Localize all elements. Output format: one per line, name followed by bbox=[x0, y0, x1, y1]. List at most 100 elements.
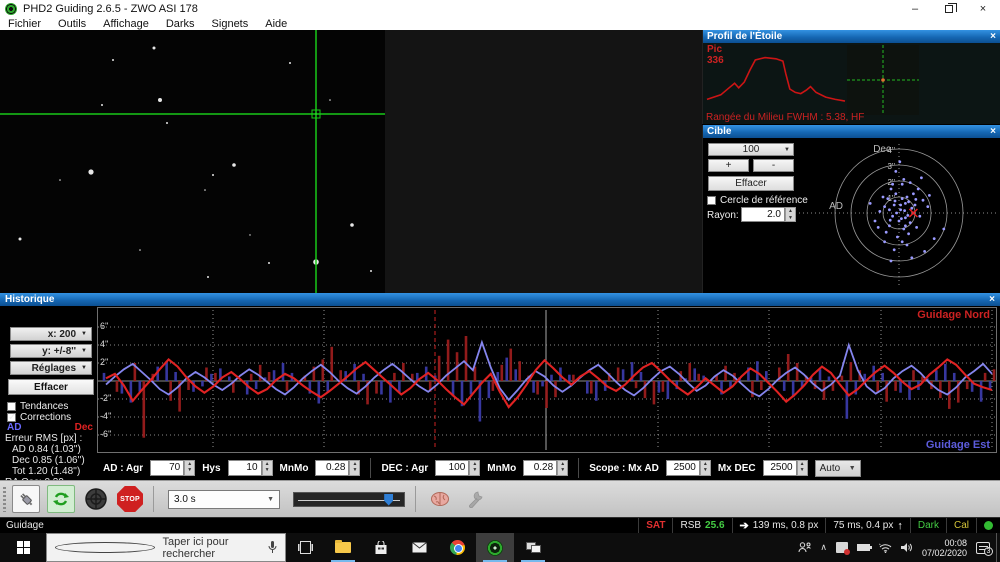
speaker-icon[interactable] bbox=[900, 542, 913, 553]
system-tray: ∧ * 00:08 07/02/2020 3 bbox=[798, 533, 996, 562]
trend-label: Tendances bbox=[20, 401, 69, 412]
notification-badge: 3 bbox=[984, 546, 993, 556]
notification-app-icon[interactable] bbox=[835, 542, 850, 555]
menu-fichier[interactable]: Fichier bbox=[8, 18, 41, 30]
param-spinner-hys[interactable]: 10 ▲ ▼ bbox=[227, 460, 273, 476]
target-clear-button[interactable]: Effacer bbox=[708, 176, 794, 191]
target-zoom-value: 100 bbox=[742, 144, 760, 155]
people-icon[interactable] bbox=[798, 542, 812, 553]
radius-stepper[interactable]: ▲ ▼ bbox=[785, 207, 796, 222]
status-bar: Guidage SAT RSB 25.6 ➔ 139 ms, 0.8 px 75… bbox=[0, 517, 1000, 533]
task-view-button[interactable] bbox=[286, 533, 324, 562]
minimize-button[interactable]: – bbox=[898, 0, 932, 18]
star-profile-titlebar[interactable]: Profil de l'Étoile × bbox=[703, 30, 1000, 43]
y-scale-dropdown[interactable]: y: +/-8'' ▼ bbox=[10, 344, 92, 358]
brain-icon bbox=[431, 492, 449, 506]
param-spinner-scope-mx-ad[interactable]: 2500 ▲ ▼ bbox=[665, 460, 711, 476]
target-zoom-dropdown[interactable]: 100 ▼ bbox=[708, 143, 794, 156]
mail-envelope-icon bbox=[411, 542, 427, 553]
snr-value: 25.6 bbox=[705, 520, 725, 531]
param-spinner-mx-dec[interactable]: 2500 ▲ ▼ bbox=[762, 460, 808, 476]
phd2-app-icon bbox=[5, 3, 17, 15]
settings-dropdown[interactable]: Réglages ▼ bbox=[10, 361, 92, 375]
dec-mode-dropdown[interactable]: Auto ▼ bbox=[814, 459, 861, 477]
battery-icon[interactable] bbox=[856, 544, 872, 551]
wrench-icon bbox=[469, 491, 483, 508]
gamma-slider[interactable] bbox=[293, 491, 405, 507]
param-spinner-mnmo[interactable]: 0.28 ▲ ▼ bbox=[315, 460, 361, 476]
target-title: Cible bbox=[707, 126, 732, 137]
exposure-value: 3.0 s bbox=[174, 493, 196, 505]
loop-exposures-button[interactable] bbox=[47, 485, 75, 513]
dec-pulse-readout: 75 ms, 0.4 px ↑ bbox=[825, 518, 910, 533]
show-desktop-button[interactable] bbox=[996, 533, 1000, 562]
param-label: DEC : Agr bbox=[381, 462, 429, 474]
rms-row-ad: AD 0.84 (1.03'') bbox=[12, 444, 81, 455]
wifi-icon[interactable]: * bbox=[879, 543, 892, 553]
radius-input[interactable]: 2.0 bbox=[741, 207, 785, 222]
tray-expand-icon[interactable]: ∧ bbox=[820, 542, 827, 553]
advanced-settings-button[interactable] bbox=[426, 485, 454, 513]
menu-outils[interactable]: Outils bbox=[58, 18, 86, 30]
menu-darks[interactable]: Darks bbox=[166, 18, 195, 30]
saturation-indicator: SAT bbox=[638, 518, 672, 533]
param-label: Hys bbox=[202, 462, 221, 474]
history-close-icon[interactable]: × bbox=[989, 294, 995, 305]
folder-icon bbox=[335, 540, 351, 553]
phd2-taskbar-button[interactable] bbox=[476, 533, 514, 562]
svg-text:3'': 3'' bbox=[887, 162, 895, 171]
param-spinner-ad-agr[interactable]: 70 ▲ ▼ bbox=[150, 460, 196, 476]
legend-east: Guidage Est bbox=[925, 439, 990, 451]
guide-button[interactable] bbox=[82, 485, 110, 513]
param-spinner-mnmo[interactable]: 0.28 ▲ ▼ bbox=[523, 460, 569, 476]
chrome-button[interactable] bbox=[438, 533, 476, 562]
target-zoom-in-button[interactable]: + bbox=[708, 159, 749, 172]
exposure-dropdown[interactable]: 3.0 s ▼ bbox=[168, 489, 280, 509]
trend-checkbox[interactable]: Tendances bbox=[7, 401, 68, 412]
menu-affichage[interactable]: Affichage bbox=[103, 18, 149, 30]
checkbox-checked-icon: ✓ bbox=[7, 412, 17, 423]
windows-taskbar: Taper ici pour rechercher ∧ * 00:08 07/0… bbox=[0, 533, 1000, 562]
target-titlebar[interactable]: Cible × bbox=[703, 125, 1000, 138]
x-scale-dropdown[interactable]: x: 200 ▼ bbox=[10, 327, 92, 341]
action-center-button[interactable]: 3 bbox=[976, 541, 993, 556]
target-panel: Cible × 100 ▼ + - Effacer Cercle de réfé… bbox=[702, 125, 1000, 293]
history-titlebar[interactable]: Historique × bbox=[0, 293, 1000, 306]
y-tick-label: -6'' bbox=[100, 429, 112, 439]
menu-aide[interactable]: Aide bbox=[265, 18, 287, 30]
connect-equipment-button[interactable] bbox=[12, 485, 40, 513]
toolbar-grip[interactable] bbox=[3, 487, 6, 512]
param-label: AD : Agr bbox=[103, 462, 144, 474]
chevron-down-icon: ▼ bbox=[267, 495, 274, 503]
reference-circle-checkbox[interactable]: Cercle de référence bbox=[707, 195, 808, 206]
camera-settings-button[interactable] bbox=[461, 485, 489, 513]
taskbar-search-input[interactable]: Taper ici pour rechercher bbox=[46, 533, 286, 562]
snr-readout: RSB 25.6 bbox=[672, 518, 731, 533]
history-clear-button[interactable]: Effacer bbox=[8, 379, 94, 395]
remote-desktop-button[interactable] bbox=[514, 533, 552, 562]
star-profile-close-icon[interactable]: × bbox=[990, 31, 996, 42]
mail-button[interactable] bbox=[400, 533, 438, 562]
restore-button[interactable] bbox=[932, 0, 966, 18]
slider-handle[interactable] bbox=[384, 493, 394, 506]
star-field-view[interactable] bbox=[0, 30, 385, 293]
target-close-icon[interactable]: × bbox=[990, 126, 996, 137]
y-tick-label: 2'' bbox=[100, 357, 109, 367]
guide-state: Guidage bbox=[6, 520, 44, 531]
taskbar-clock[interactable]: 00:08 07/02/2020 bbox=[922, 538, 967, 558]
start-button[interactable] bbox=[0, 533, 46, 562]
file-explorer-button[interactable] bbox=[324, 533, 362, 562]
close-button[interactable]: × bbox=[966, 0, 1000, 18]
history-panel: Historique × x: 200 ▼ y: +/-8'' ▼ Réglages… bbox=[0, 293, 1000, 488]
param-spinner-dec-agr[interactable]: 100 ▲ ▼ bbox=[435, 460, 481, 476]
menu-signets[interactable]: Signets bbox=[212, 18, 249, 30]
target-zoom-out-button[interactable]: - bbox=[753, 159, 794, 172]
microsoft-store-button[interactable] bbox=[362, 533, 400, 562]
microphone-icon[interactable] bbox=[268, 541, 277, 554]
clock-time: 00:08 bbox=[944, 537, 967, 548]
stop-button[interactable]: STOP bbox=[117, 486, 143, 512]
ra-pulse-value: 139 ms, 0.8 px bbox=[752, 520, 819, 531]
up-arrow-icon: ↑ bbox=[897, 519, 903, 532]
y-tick-label: 6'' bbox=[100, 321, 109, 331]
store-bag-icon bbox=[375, 540, 387, 554]
